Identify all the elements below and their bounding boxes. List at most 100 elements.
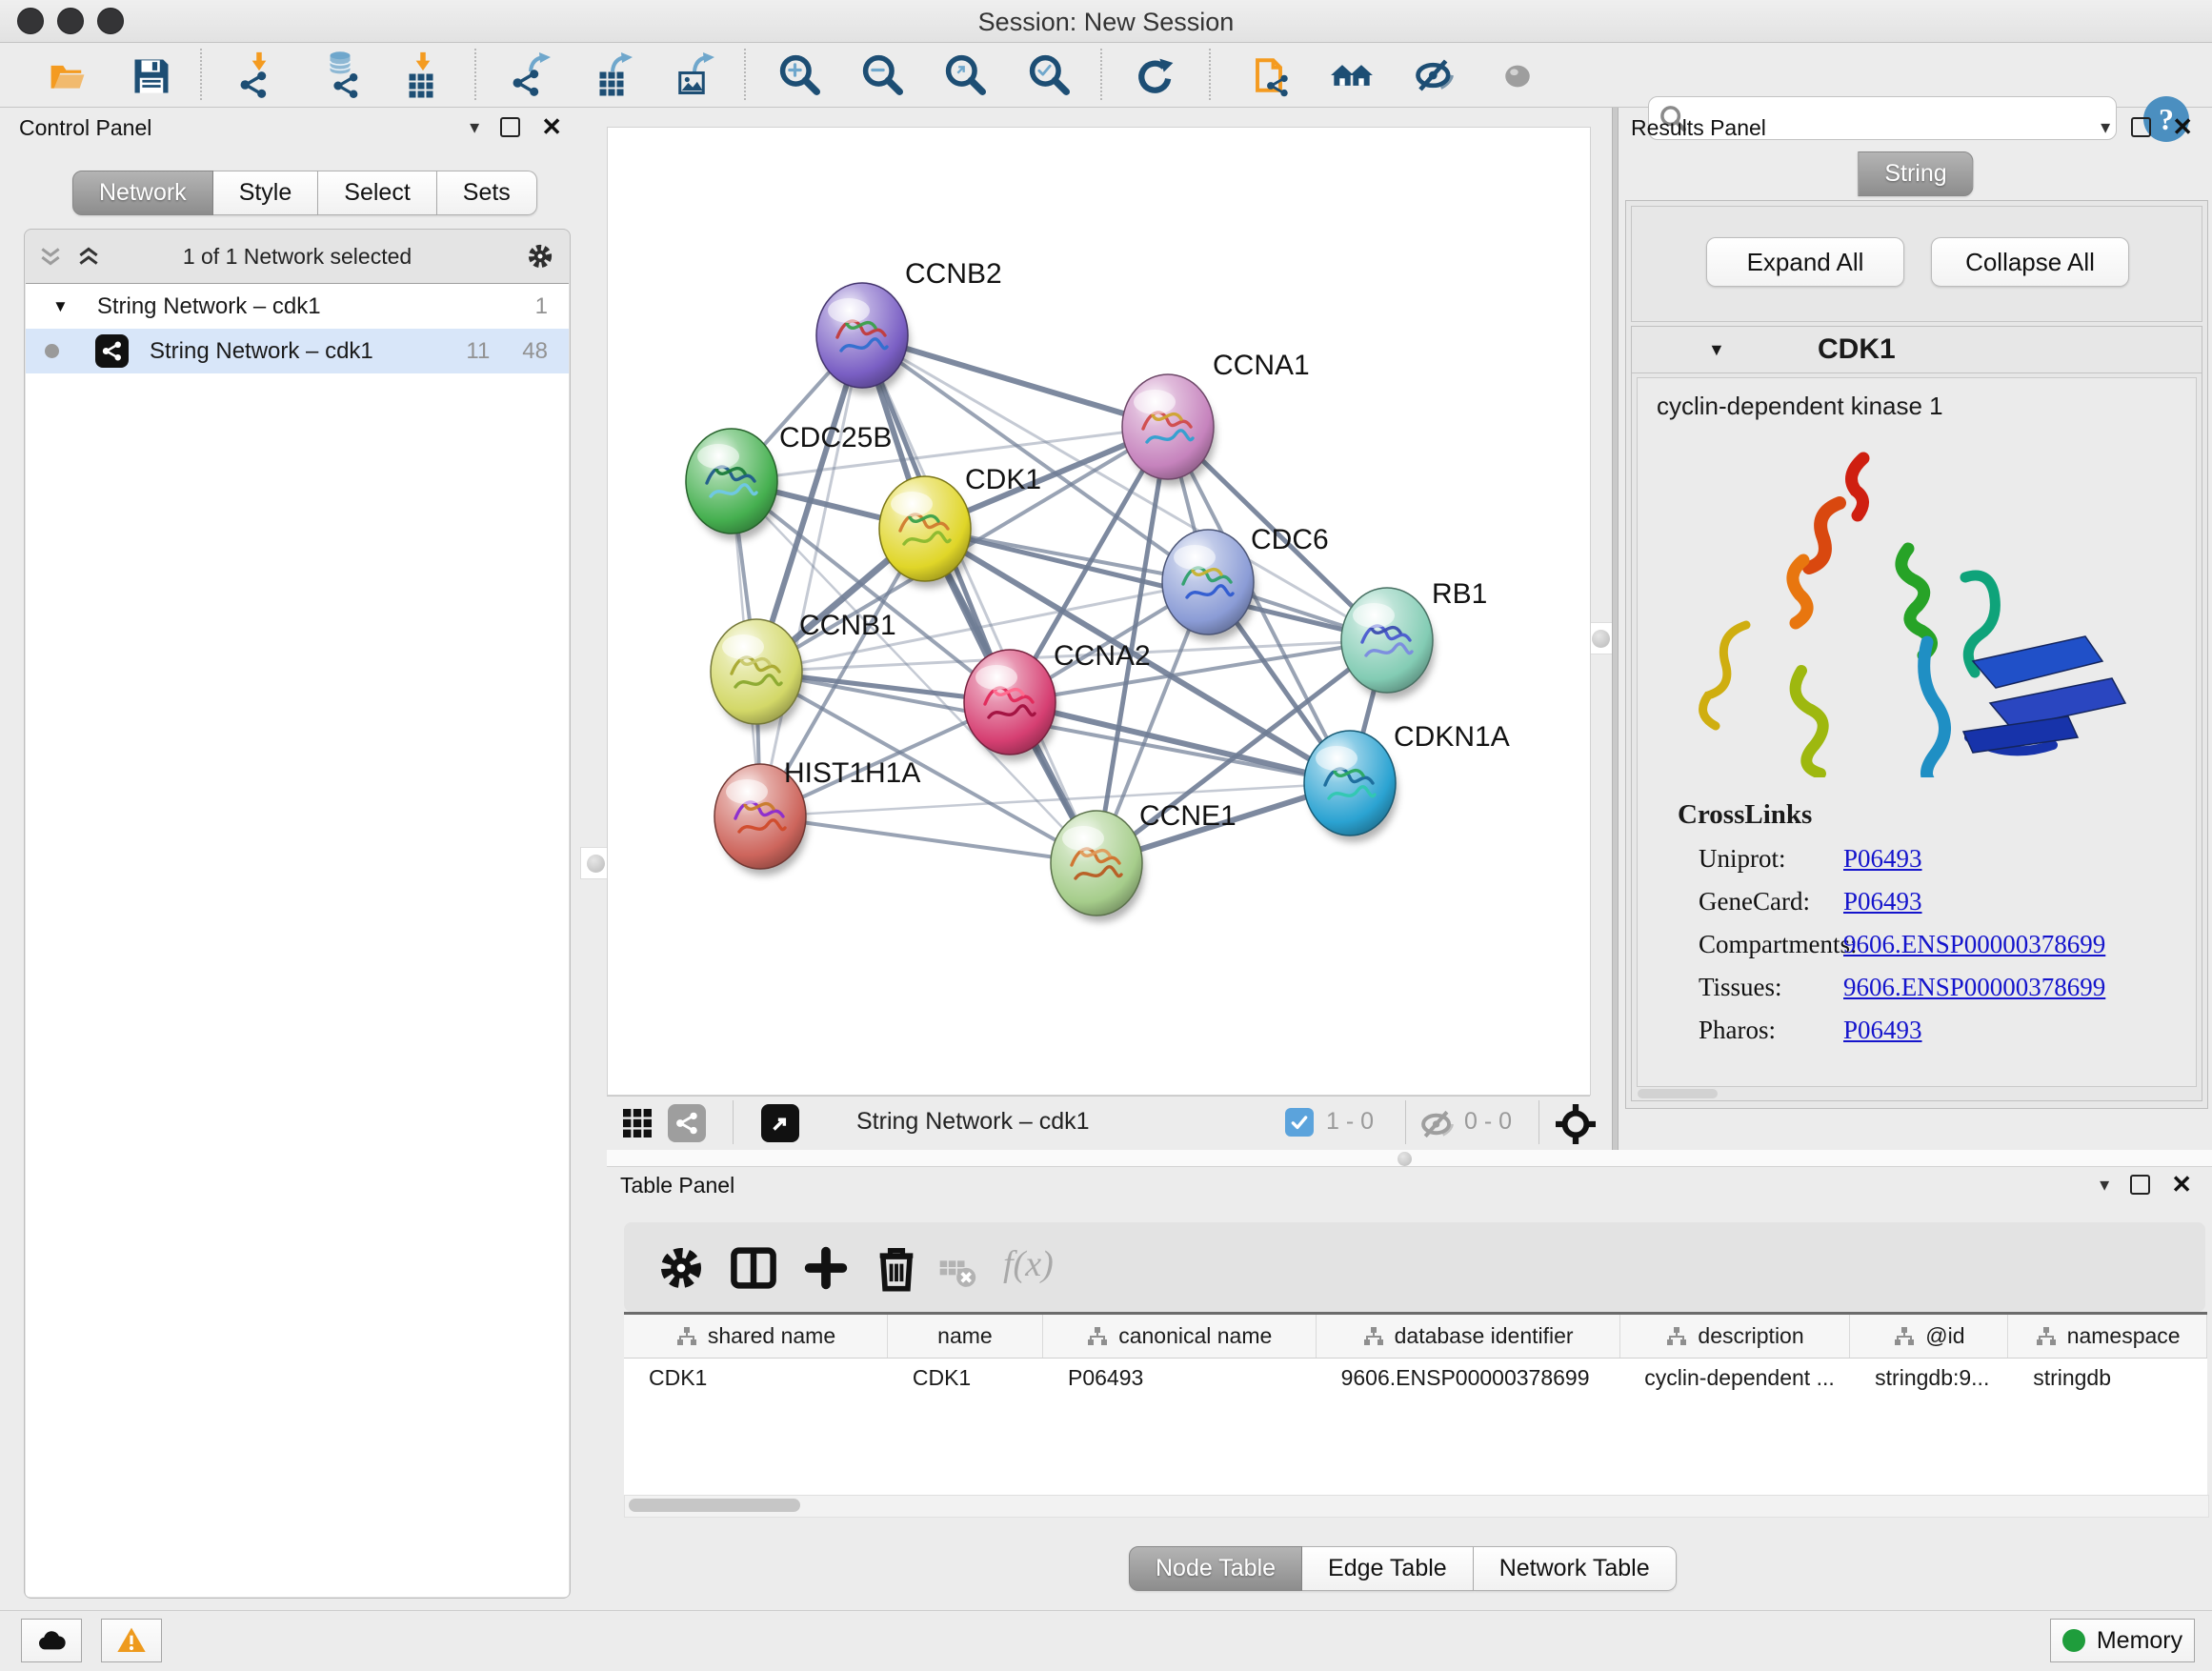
import-network-icon[interactable] [234,50,284,100]
column-label: canonical name [1118,1323,1272,1349]
node-CDK1[interactable] [879,476,973,588]
tab-network[interactable]: Network [72,171,213,215]
column-header-@id[interactable]: @id [1850,1315,2008,1358]
warnings-button[interactable] [101,1619,162,1662]
network-view-share-icon[interactable] [668,1104,706,1142]
create-column-icon[interactable] [801,1243,851,1293]
cloud-status-button[interactable] [21,1619,82,1662]
close-panel-icon[interactable]: ✕ [2172,119,2193,135]
zoom-out-glyph [858,50,908,100]
table-options-gear-icon[interactable] [656,1243,706,1293]
node-CCNB1[interactable] [711,619,804,731]
tab-style[interactable]: Style [213,171,319,215]
node-CCNA2[interactable] [964,650,1057,761]
right-splitter[interactable] [1588,127,1611,1094]
selected-checkbox-icon[interactable] [1285,1108,1314,1137]
table-panel-splitter[interactable] [607,1150,2212,1167]
crosslink-link[interactable]: 9606.ENSP00000378699 [1843,930,2105,959]
table-row[interactable]: CDK1CDK1P064939606.ENSP00000378699cyclin… [624,1359,2207,1400]
edge-CCNB2-HIST1H1A[interactable] [760,335,862,816]
tab-network-table[interactable]: Network Table [1474,1546,1677,1591]
import-database-icon[interactable] [316,50,366,100]
node-label-CCNB1: CCNB1 [799,610,896,641]
export-network-icon[interactable] [507,50,556,100]
memory-button[interactable]: Memory [2050,1619,2195,1662]
panel-menu-icon[interactable]: ▾ [470,115,479,139]
network-options-gear-icon[interactable] [526,242,554,271]
results-panel-divider[interactable] [1612,108,1619,1165]
node-CCNB2[interactable] [816,283,910,394]
edge-HIST1H1A-CCNE1[interactable] [760,816,1096,863]
node-CDKN1A[interactable] [1304,731,1398,842]
float-panel-icon[interactable] [2131,117,2151,137]
zoom-selected-icon[interactable] [1025,50,1075,100]
crosslink-label: Pharos: [1699,1016,1843,1045]
zoom-fit-icon[interactable] [941,50,991,100]
float-panel-icon[interactable] [500,117,520,137]
tab-string[interactable]: String [1858,151,1973,196]
expand-all-button[interactable]: Expand All [1706,237,1904,287]
open-session-icon[interactable] [43,50,92,100]
tab-select[interactable]: Select [318,171,436,215]
fit-selected-crosshair-icon[interactable] [1556,1104,1596,1144]
zoom-in-icon[interactable] [775,50,825,100]
first-neighbors-icon[interactable] [1328,50,1377,100]
column-header-description[interactable]: description [1620,1315,1851,1358]
column-header-canonical-name[interactable]: canonical name [1043,1315,1317,1358]
show-columns-icon[interactable] [729,1243,778,1293]
node-CDC25B[interactable] [686,429,779,540]
grid-view-icon[interactable] [620,1106,654,1140]
detach-view-icon[interactable] [761,1104,799,1142]
node-CDC6[interactable] [1162,530,1256,641]
float-panel-icon[interactable] [2130,1175,2150,1195]
node-CCNE1[interactable] [1051,811,1144,922]
save-session-icon[interactable] [126,50,175,100]
network-edge-count: 48 [522,338,548,365]
collapse-all-button[interactable]: Collapse All [1931,237,2129,287]
close-panel-icon[interactable]: ✕ [541,119,562,135]
crosslink-link[interactable]: 9606.ENSP00000378699 [1843,973,2105,1002]
close-panel-icon[interactable]: ✕ [2171,1177,2192,1193]
left-splitter[interactable] [583,127,606,1094]
toolbar-separator [474,49,476,100]
scrollbar-thumb[interactable] [629,1499,800,1512]
show-all-icon[interactable] [1492,50,1541,100]
crosslink-link[interactable]: P06493 [1843,844,1922,874]
export-table-icon[interactable] [589,50,638,100]
new-network-from-selection-icon[interactable] [1246,50,1296,100]
cdk1-entry: ▼ CDK1 cyclin-dependent kinase 1 [1631,326,2202,1101]
node-label-CCNA2: CCNA2 [1054,640,1151,672]
toolbar-separator [200,49,202,100]
delete-columns-trash-icon[interactable] [872,1243,921,1293]
toolbar-separator [1209,49,1211,100]
tab-sets[interactable]: Sets [437,171,537,215]
export-image-icon[interactable] [671,50,720,100]
panel-menu-icon[interactable]: ▾ [2100,1173,2109,1197]
crosslink-link[interactable]: P06493 [1843,1016,1922,1045]
node-CCNA1[interactable] [1122,374,1216,486]
tab-edge-table[interactable]: Edge Table [1302,1546,1474,1591]
column-header-shared-name[interactable]: shared name [624,1315,888,1358]
hidden-eye-icon[interactable] [1421,1108,1454,1140]
entry-scrollbar[interactable] [1638,1089,1718,1098]
column-header-namespace[interactable]: namespace [2008,1315,2207,1358]
column-header-database-identifier[interactable]: database identifier [1317,1315,1620,1358]
crosslink-link[interactable]: P06493 [1843,887,1922,916]
entry-header[interactable]: ▼ CDK1 [1632,327,2202,373]
tree-expand-icon[interactable]: ▼ [52,297,69,316]
network-collection-row[interactable]: ▼ String Network – cdk1 1 [26,284,569,329]
hide-selected-icon[interactable] [1410,50,1459,100]
column-header-name[interactable]: name [888,1315,1043,1358]
splitter-handle[interactable] [1398,1152,1412,1166]
import-table-icon[interactable] [398,50,448,100]
network-canvas[interactable]: CCNB2CCNA1CDC25BCDK1CDC6RB1CCNB1CCNA2CDK… [607,127,1591,1096]
network-row[interactable]: String Network – cdk1 11 48 [26,329,569,373]
entry-collapse-icon[interactable]: ▼ [1708,340,1725,360]
tab-node-table[interactable]: Node Table [1129,1546,1302,1591]
node-RB1[interactable] [1341,588,1435,699]
refresh-view-icon[interactable] [1130,50,1179,100]
zoom-out-icon[interactable] [858,50,908,100]
panel-menu-icon[interactable]: ▾ [2101,115,2110,139]
table-hscrollbar[interactable] [624,1495,2209,1518]
table-cell: CDK1 [888,1359,1043,1400]
